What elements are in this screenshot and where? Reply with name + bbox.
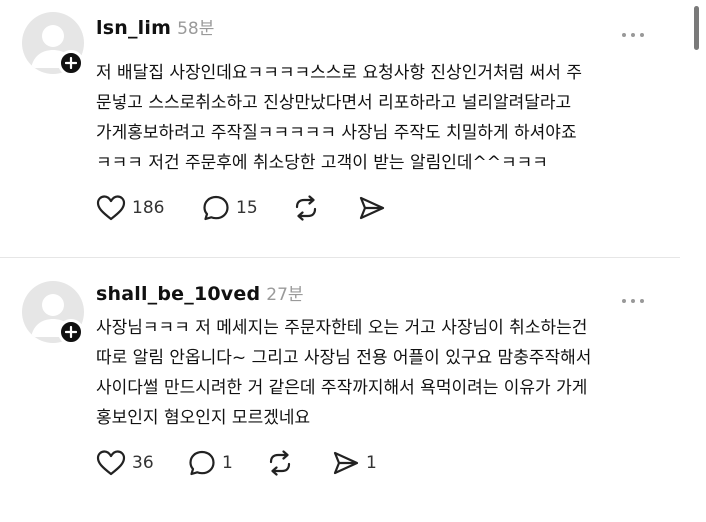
post-text-line: 사장님ㅋㅋㅋ 저 메세지는 주문자한테 오는 거고 사장님이 취소하는건 xyxy=(96,318,588,338)
thread-feed: lsn_lim 58분 저 배달집 사장인데요ㅋㅋㅋㅋ스스로 요청사항 진상인거… xyxy=(0,0,706,522)
send-icon xyxy=(332,450,360,476)
follow-plus-icon[interactable] xyxy=(58,319,84,345)
post-text: 사장님ㅋㅋㅋ 저 메세지는 주문자한테 오는 거고 사장님이 취소하는건 따로 … xyxy=(96,313,666,433)
username-link[interactable]: shall_be_10ved xyxy=(96,283,260,305)
post-text-line: 홍보인지 혐오인지 모르겠네요 xyxy=(96,408,311,428)
reply-post: shall_be_10ved 27분 사장님ㅋㅋㅋ 저 메세지는 주문자한테 오… xyxy=(0,0,680,522)
post-time: 27분 xyxy=(266,285,304,305)
repost-button[interactable] xyxy=(266,450,332,476)
avatar[interactable] xyxy=(22,281,84,345)
action-bar: 36 1 1 xyxy=(96,449,377,477)
scrollbar[interactable] xyxy=(694,6,699,50)
comment-button[interactable]: 1 xyxy=(188,449,266,477)
share-button[interactable]: 1 xyxy=(332,450,377,476)
post-text-line: 사이다썰 만드시려한 거 같은데 주작까지해서 욕먹이려는 이유가 가게 xyxy=(96,378,588,398)
speech-bubble-icon xyxy=(188,449,216,477)
comment-count: 1 xyxy=(222,453,233,473)
more-dots-icon[interactable] xyxy=(622,292,644,310)
like-button[interactable]: 36 xyxy=(96,449,188,477)
repost-arrows-icon xyxy=(266,450,294,476)
heart-icon xyxy=(96,449,126,477)
post-text-line: 따로 알림 안옵니다~ 그리고 사장님 전용 어플이 있구요 맘충주작해서 xyxy=(96,348,592,368)
share-count: 1 xyxy=(366,453,377,473)
post-header: shall_be_10ved 27분 xyxy=(96,280,304,305)
like-count: 36 xyxy=(132,453,154,473)
